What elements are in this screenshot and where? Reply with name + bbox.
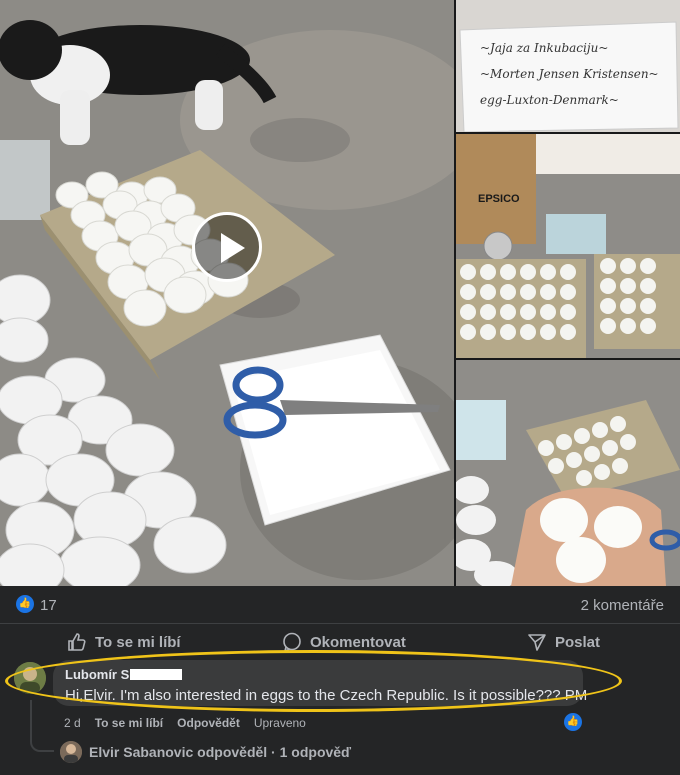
note-line-3: egg-Luxton-Denmark~	[480, 93, 619, 107]
photo-hand-with-eggs[interactable]	[456, 360, 680, 586]
post-media-grid[interactable]: ~Jaja za Inkubaciju~ ~Morten Jensen Kris…	[0, 0, 680, 586]
like-button-label: To se mi líbí	[95, 633, 181, 651]
view-replies-link[interactable]: Elvir Sabanovic odpověděl · 1 odpověď	[89, 744, 351, 760]
comment-bubble: Lubomír S Hi,Elvir. I'm also interested …	[53, 660, 588, 706]
photo-box-and-trays[interactable]: EPSICO	[456, 134, 680, 358]
redaction-mark	[130, 669, 183, 680]
like-count[interactable]: 17	[40, 597, 57, 614]
comment-reply-link[interactable]: Odpovědět	[177, 716, 240, 730]
post-action-bar: To se mi líbí Okomentovat Poslat	[0, 625, 680, 659]
comment-meta: 2 d To se mi líbí Odpovědět Upraveno	[64, 716, 306, 730]
photo-handwritten-note[interactable]: ~Jaja za Inkubaciju~ ~Morten Jensen Kris…	[456, 0, 680, 132]
like-button[interactable]: To se mi líbí	[67, 625, 181, 659]
replier-avatar[interactable]	[60, 741, 82, 763]
comment-icon	[283, 632, 301, 652]
post-stats: 👍 17 2 komentáře	[0, 586, 680, 624]
note-line-2: ~Morten Jensen Kristensen~	[480, 67, 659, 81]
comment-time[interactable]: 2 d	[64, 716, 81, 730]
comment-button[interactable]: Okomentovat	[282, 625, 406, 659]
thumbs-up-icon[interactable]: 👍	[16, 595, 34, 613]
video-thumbnail[interactable]	[0, 0, 454, 586]
comment-edited-label: Upraveno	[253, 716, 306, 730]
play-icon[interactable]	[192, 212, 262, 282]
send-icon	[528, 634, 546, 651]
comment-author[interactable]: Lubomír S	[65, 667, 129, 682]
like-icon	[68, 633, 86, 651]
comment-count[interactable]: 2 komentáře	[581, 597, 664, 614]
box-label: EPSICO	[478, 193, 520, 205]
reply-thread-line	[30, 700, 54, 752]
commenter-avatar[interactable]	[14, 662, 46, 694]
share-button-label: Poslat	[555, 633, 601, 651]
comment-reaction-icon[interactable]: 👍	[564, 713, 582, 731]
comment-text: Hi,Elvir. I'm also interested in eggs to…	[65, 687, 588, 704]
comment-like-link[interactable]: To se mi líbí	[95, 716, 163, 730]
share-button[interactable]: Poslat	[527, 625, 600, 659]
comment-button-label: Okomentovat	[310, 633, 406, 651]
note-line-1: ~Jaja za Inkubaciju~	[480, 41, 608, 55]
